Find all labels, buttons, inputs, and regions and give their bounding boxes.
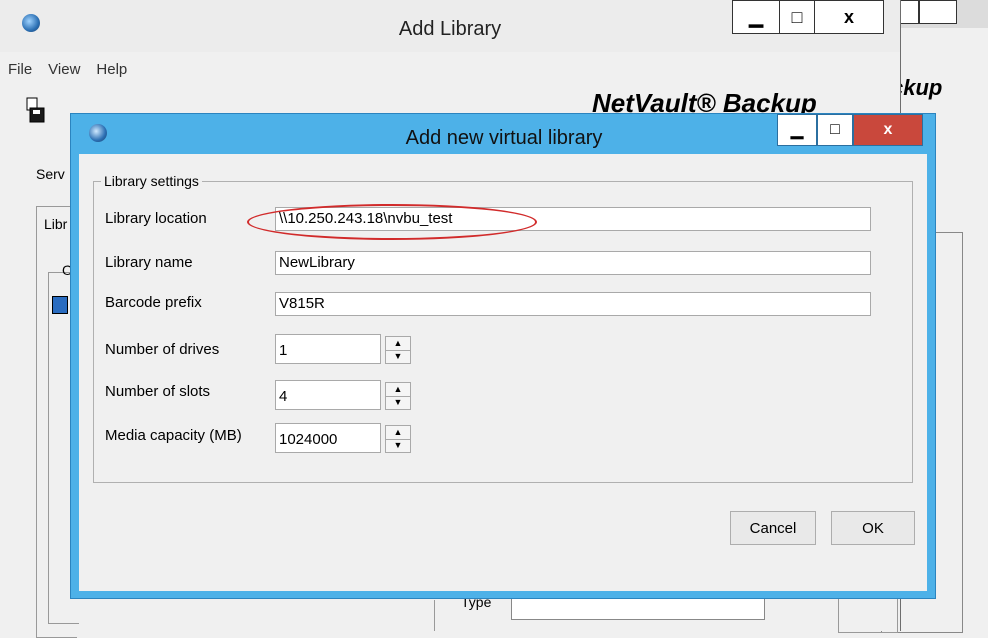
number-of-drives-label: Number of drives: [105, 341, 220, 358]
slots-down-arrow-icon[interactable]: ▼: [386, 396, 410, 409]
number-of-drives-input[interactable]: 1: [275, 334, 381, 364]
ok-button[interactable]: OK: [831, 511, 915, 545]
library-name-label: Library name: [105, 254, 193, 271]
dialog-maximize-button[interactable]: □: [817, 114, 853, 146]
library-name-input[interactable]: NewLibrary: [275, 251, 871, 275]
maximize-button[interactable]: □: [779, 0, 815, 34]
capacity-up-arrow-icon[interactable]: ▲: [386, 426, 410, 440]
minimize-button[interactable]: ▁: [732, 0, 780, 34]
number-of-slots-label: Number of slots: [105, 383, 211, 400]
add-library-toolbar-icon[interactable]: [26, 96, 46, 124]
annotation-ellipse: [247, 204, 537, 240]
library-settings-title: Library settings: [101, 173, 202, 189]
media-capacity-input[interactable]: 1024000: [275, 423, 381, 453]
capacity-down-arrow-icon[interactable]: ▼: [386, 439, 410, 452]
library-location-label: Library location: [105, 210, 207, 227]
type-select[interactable]: [511, 598, 765, 620]
dialog-close-button[interactable]: x: [853, 114, 923, 146]
menu-view[interactable]: View: [40, 58, 88, 82]
dialog-minimize-button[interactable]: ▁: [777, 114, 817, 146]
type-area: Type: [434, 594, 845, 631]
number-of-slots-arrows: ▲ ▼: [385, 382, 411, 410]
cancel-button[interactable]: Cancel: [730, 511, 816, 545]
barcode-prefix-input[interactable]: V815R: [275, 292, 871, 316]
media-capacity-label: Media capacity (MB): [105, 427, 242, 444]
menu-bar: File View Help: [0, 58, 880, 82]
media-capacity-arrows: ▲ ▼: [385, 425, 411, 453]
menu-help[interactable]: Help: [88, 58, 135, 82]
barcode-prefix-label: Barcode prefix: [105, 294, 202, 311]
device-icon[interactable]: [52, 296, 68, 314]
server-label: Serv: [36, 166, 65, 182]
menu-file[interactable]: File: [0, 58, 40, 82]
number-of-slots-input[interactable]: 4: [275, 380, 381, 410]
drives-up-arrow-icon[interactable]: ▲: [386, 337, 410, 351]
close-button[interactable]: x: [814, 0, 884, 34]
library-tab[interactable]: Libr: [44, 216, 67, 232]
slots-up-arrow-icon[interactable]: ▲: [386, 383, 410, 397]
background-close-button[interactable]: [919, 0, 957, 24]
add-virtual-library-dialog: Add new virtual library ▁ □ x Library se…: [70, 113, 936, 599]
number-of-drives-arrows: ▲ ▼: [385, 336, 411, 364]
drives-down-arrow-icon[interactable]: ▼: [386, 350, 410, 363]
